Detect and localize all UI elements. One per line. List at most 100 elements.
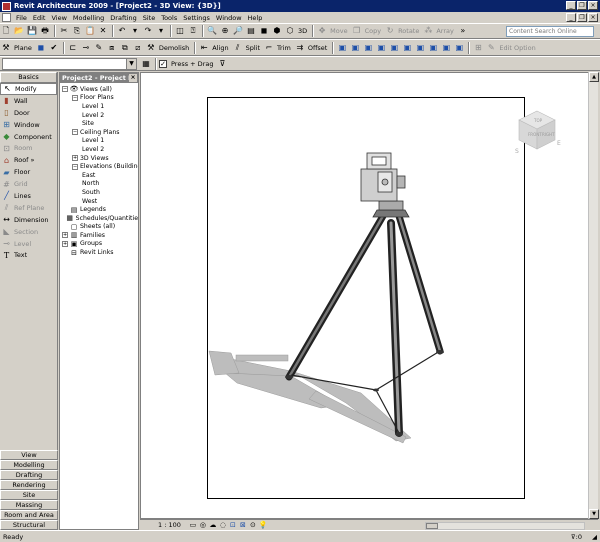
tree-item[interactable]: − Ceiling Plans [60,128,138,137]
designbar-floor[interactable]: ▰ Floor [0,166,57,178]
edit-option-icon[interactable]: ✎ [485,42,497,54]
3d-view-icon[interactable]: ⬢ [271,25,283,37]
tab-rendering[interactable]: Rendering [0,480,58,490]
work-plane-icon[interactable]: ⚒ [0,42,12,54]
dynamic-view-icon[interactable]: ⊕ [219,25,231,37]
tree-item[interactable]: +3D Views [60,154,138,163]
whats-this-help-icon[interactable]: ⍰ [187,25,199,37]
shading-icon[interactable]: ◼ [258,25,270,37]
design-option-c-icon[interactable]: ▣ [362,42,374,54]
edit-option-button[interactable]: Edit Option [499,44,535,52]
design-option-a-icon[interactable]: ▣ [336,42,348,54]
tree-item[interactable]: − Floor Plans [60,94,138,103]
split-face-icon[interactable]: ⧈ [106,42,118,54]
tree-item[interactable]: Level 1 [60,102,138,111]
revit-app-icon[interactable] [2,1,11,11]
tree-item[interactable]: − Elevations (Building [60,162,138,171]
delete-icon[interactable]: ✕ [97,25,109,37]
tree-item[interactable]: Level 2 [60,111,138,120]
copy-button[interactable]: Copy [365,27,382,35]
show-crop-region-icon[interactable]: ⊠ [239,521,247,529]
menu-file[interactable]: File [13,14,30,22]
trim-icon[interactable]: ⌐ [263,42,275,54]
rotate-button[interactable]: Rotate [398,27,419,35]
tab-site[interactable]: Site [0,490,58,500]
pick-icon[interactable]: ⊸ [80,42,92,54]
collapse-icon[interactable]: − [72,129,78,136]
design-option-j-icon[interactable]: ▣ [453,42,465,54]
split-icon[interactable]: ⫽ [232,42,244,54]
tab-structural[interactable]: Structural [0,520,58,530]
pick-to-edit-icon[interactable]: ⊞ [472,42,484,54]
zoom-region-icon[interactable]: 🔍 [206,25,218,37]
3d-label[interactable]: 3D [298,27,307,35]
tree-item[interactable]: Level 2 [60,145,138,154]
expand-icon[interactable]: + [62,232,68,239]
tab-room-and-area[interactable]: Room and Area [0,510,58,520]
menu-window[interactable]: Window [213,14,245,22]
menu-site[interactable]: Site [140,14,158,22]
view-horizontal-scrollbar[interactable] [425,522,585,530]
toolbar-overflow-icon[interactable]: » [457,25,469,37]
tree-item[interactable]: North [60,180,138,189]
properties-icon[interactable]: ▦ [140,58,152,70]
designbar-section[interactable]: ◣ Section [0,226,57,238]
menu-help[interactable]: Help [245,14,266,22]
chevron-down-icon[interactable]: ▼ [126,58,136,69]
designbar-component[interactable]: ◆ Component [0,131,57,143]
designbar-door[interactable]: ▯ Door [0,107,57,119]
paste-icon[interactable]: 📋 [84,25,96,37]
collapse-icon[interactable]: − [72,94,78,101]
basics-tab-header[interactable]: Basics [0,72,57,83]
tree-item[interactable]: ▦ Schedules/Quantitie [60,214,138,223]
undo-icon[interactable]: ↶ [116,25,128,37]
viewcube-icon[interactable]: FRONT RIGHT TOP S E [511,105,563,157]
menu-settings[interactable]: Settings [180,14,213,22]
tab-modelling[interactable]: Modelling [0,460,58,470]
redo-dropdown-icon[interactable]: ▾ [155,25,167,37]
zoom-icon[interactable]: 🔎 [232,25,244,37]
open-folder-icon[interactable]: 📂 [13,25,25,37]
print-icon[interactable]: 🖶 [39,25,51,37]
undo-dropdown-icon[interactable]: ▾ [129,25,141,37]
paint-icon[interactable]: ✎ [93,42,105,54]
redo-icon[interactable]: ↷ [142,25,154,37]
show-rendering-icon[interactable]: ◌ [219,521,227,529]
split-button[interactable]: Split [246,44,260,52]
3d-view-canvas[interactable]: FRONT RIGHT TOP S E [140,72,598,519]
check-icon[interactable]: ✔ [48,42,60,54]
designbar-lines[interactable]: ╱ Lines [0,190,57,202]
tree-item[interactable]: West [60,197,138,206]
close-icon[interactable]: × [129,74,137,82]
design-option-b-icon[interactable]: ▣ [349,42,361,54]
designbar-grid[interactable]: # Grid [0,178,57,190]
offset-icon[interactable]: ⇉ [294,42,306,54]
doc-close-button[interactable]: × [588,13,598,22]
design-option-d-icon[interactable]: ▣ [375,42,387,54]
restore-button[interactable]: ❐ [577,1,587,10]
tree-item[interactable]: − 👁 Views (all) [60,85,138,94]
tree-item[interactable]: South [60,188,138,197]
collapse-icon[interactable]: − [72,163,78,170]
rotate-icon[interactable]: ↻ [384,25,396,37]
design-option-i-icon[interactable]: ▣ [440,42,452,54]
scroll-up-icon[interactable]: ▲ [589,72,599,82]
copy-element-icon[interactable]: ❐ [351,25,363,37]
demolish-icon[interactable]: ⚒ [145,42,157,54]
expand-icon[interactable]: + [72,155,78,162]
doc-minimize-button[interactable]: _ [566,13,576,22]
tab-view[interactable]: View [0,450,58,460]
tree-item[interactable]: ▢ Sheets (all) [60,223,138,232]
filter-icon[interactable]: ⊽ [216,58,228,70]
move-icon[interactable]: ✥ [316,25,328,37]
tree-item[interactable]: + ▥ Families [60,231,138,240]
tab-drafting[interactable]: Drafting [0,470,58,480]
scroll-thumb[interactable] [426,523,438,529]
press-drag-checkbox[interactable]: ✓ [159,59,167,68]
designbar-roof[interactable]: ⌂ Roof » [0,154,57,166]
designbar-level[interactable]: ⊸ Level [0,238,57,250]
cut-icon[interactable]: ✂ [58,25,70,37]
collapse-icon[interactable]: − [62,86,68,93]
save-icon[interactable]: 💾 [26,25,38,37]
designbar-text[interactable]: T Text [0,249,57,261]
